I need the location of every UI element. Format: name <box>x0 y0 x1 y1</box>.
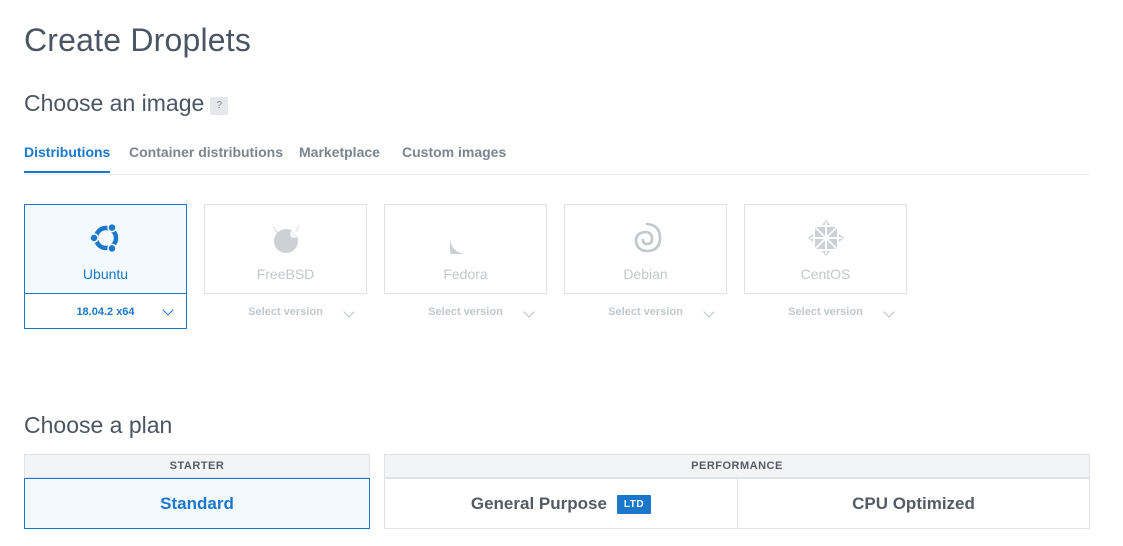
ubuntu-icon <box>88 222 118 254</box>
freebsd-icon <box>271 223 300 253</box>
fedora-icon <box>449 222 482 254</box>
version-select-fedora[interactable]: Select version <box>384 293 547 329</box>
help-icon[interactable]: ? <box>210 97 229 115</box>
plan-group-starter: STARTER <box>24 454 370 478</box>
distro-card-debian[interactable]: Debian Select version <box>564 204 727 329</box>
plan-standard-label: Standard <box>160 494 234 513</box>
chevron-down-icon <box>162 304 174 316</box>
distro-name-ubuntu: Ubuntu <box>82 266 129 282</box>
image-tabs: Distributions Container distributions Ma… <box>24 140 1089 175</box>
distro-card-fedora[interactable]: Fedora Select version <box>384 204 547 329</box>
distro-card-freebsd[interactable]: FreeBSD Select version <box>204 204 367 329</box>
tab-custom-images[interactable]: Custom images <box>402 144 506 171</box>
tab-distributions[interactable]: Distributions <box>24 144 111 173</box>
choose-image-title: Choose an image <box>24 90 205 116</box>
distro-name-freebsd: FreeBSD <box>256 266 315 282</box>
choose-plan-title: Choose a plan <box>24 412 173 438</box>
version-value-debian: Select version <box>608 306 683 318</box>
version-value-ubuntu: 18.04.2 x64 <box>76 306 135 318</box>
chevron-down-icon <box>703 306 715 318</box>
version-value-centos: Select version <box>788 306 863 318</box>
plan-general-purpose-button[interactable]: General Purpose LTD <box>384 478 738 529</box>
version-value-freebsd: Select version <box>248 306 323 318</box>
centos-icon <box>807 220 844 256</box>
chevron-down-icon <box>523 306 535 318</box>
version-value-fedora: Select version <box>428 306 503 318</box>
tab-container-distributions[interactable]: Container distributions <box>129 144 283 171</box>
debian-icon <box>634 222 661 253</box>
tab-marketplace[interactable]: Marketplace <box>299 144 380 171</box>
plan-group-performance: PERFORMANCE <box>384 454 1090 478</box>
ltd-badge: LTD <box>616 495 652 514</box>
choose-image-heading: Choose an image? <box>24 90 229 117</box>
version-select-freebsd[interactable]: Select version <box>204 293 367 329</box>
version-select-ubuntu[interactable]: 18.04.2 x64 <box>24 293 187 329</box>
version-select-centos[interactable]: Select version <box>744 293 907 329</box>
distro-name-fedora: Fedora <box>443 266 488 282</box>
distro-name-debian: Debian <box>623 266 668 282</box>
plan-cpu-optimized-button[interactable]: CPU Optimized <box>737 478 1090 529</box>
chevron-down-icon <box>883 306 895 318</box>
version-select-debian[interactable]: Select version <box>564 293 727 329</box>
plan-standard-button[interactable]: Standard <box>24 478 370 529</box>
plan-cpu-optimized-label: CPU Optimized <box>852 494 975 513</box>
distro-card-ubuntu[interactable]: Ubuntu 18.04.2 x64 <box>24 204 187 329</box>
chevron-down-icon <box>343 306 355 318</box>
distro-name-centos: CentOS <box>800 266 851 282</box>
page-title: Create Droplets <box>24 22 252 58</box>
plan-general-purpose-label: General Purpose <box>470 494 607 513</box>
distro-card-centos[interactable]: CentOS Select version <box>744 204 907 329</box>
